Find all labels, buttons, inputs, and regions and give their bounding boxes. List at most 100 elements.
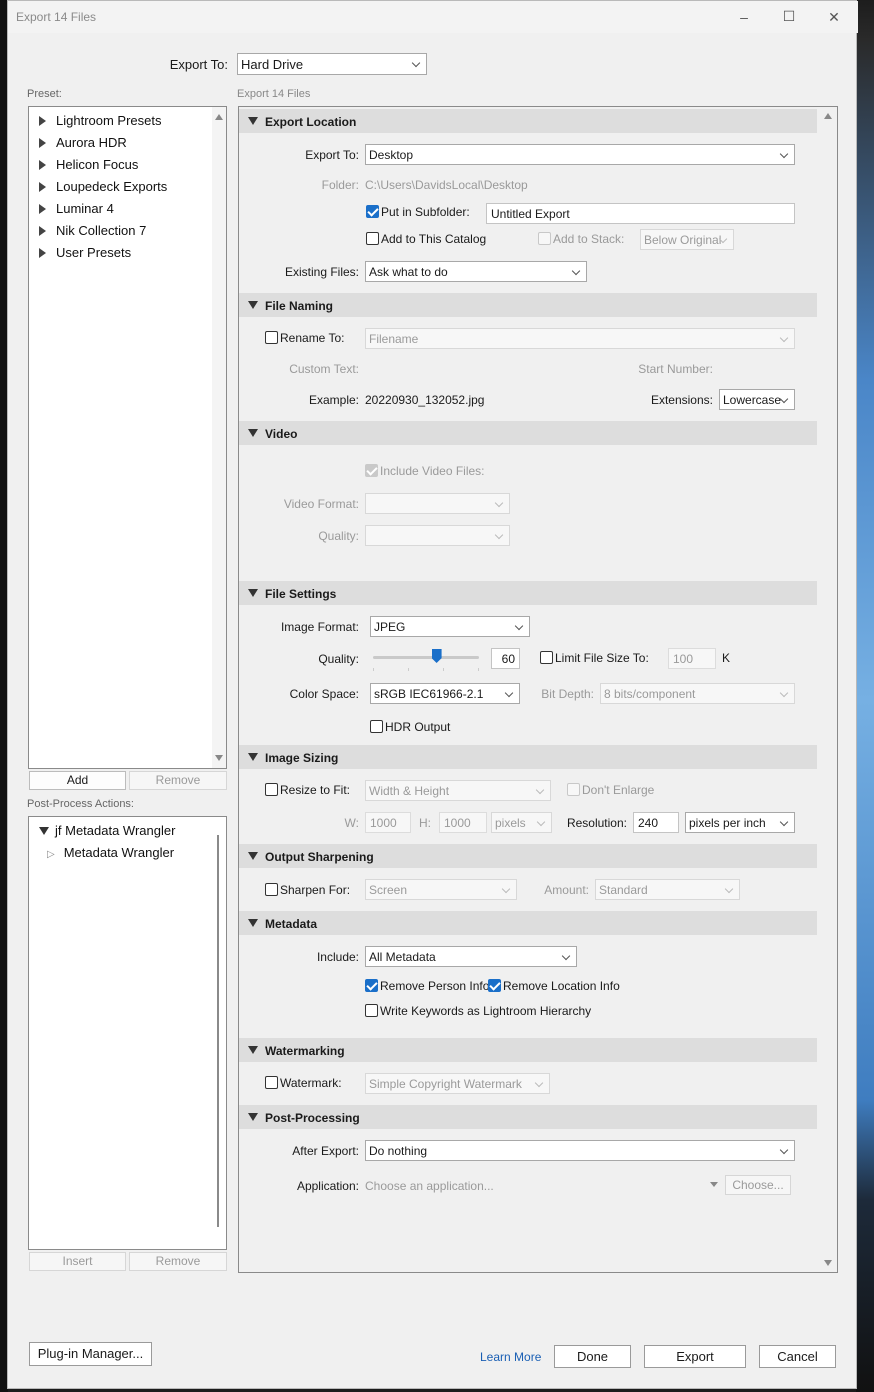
- export-location-select[interactable]: Desktop: [365, 144, 795, 165]
- section-post-processing[interactable]: Post-Processing: [239, 1105, 817, 1129]
- expand-icon[interactable]: [39, 160, 46, 170]
- collapse-icon[interactable]: [248, 1046, 258, 1054]
- collapse-icon[interactable]: [248, 753, 258, 761]
- post-process-scrollbar[interactable]: [217, 835, 219, 1227]
- section-file-naming[interactable]: File Naming: [239, 293, 817, 317]
- export-button[interactable]: Export: [644, 1345, 746, 1368]
- preset-list[interactable]: Lightroom Presets Aurora HDR Helicon Foc…: [28, 106, 227, 769]
- resolution-unit-select[interactable]: pixels per inch: [685, 812, 795, 833]
- watermark-select[interactable]: Simple Copyright Watermark: [365, 1073, 550, 1094]
- expand-icon[interactable]: [39, 182, 46, 192]
- quality-slider-thumb[interactable]: [431, 649, 442, 663]
- insert-button[interactable]: Insert: [29, 1252, 126, 1271]
- include-video-checkbox[interactable]: [365, 464, 378, 477]
- preset-item[interactable]: Nik Collection 7: [39, 223, 146, 238]
- action-remove-button[interactable]: Remove: [129, 1252, 227, 1271]
- extensions-select[interactable]: Lowercase: [719, 389, 795, 410]
- expand-icon[interactable]: [39, 226, 46, 236]
- watermark-checkbox[interactable]: [265, 1076, 278, 1089]
- subfolder-input[interactable]: Untitled Export: [486, 203, 795, 224]
- section-video[interactable]: Video: [239, 421, 817, 445]
- preset-add-button[interactable]: Add: [29, 771, 126, 790]
- amount-select[interactable]: Standard: [595, 879, 740, 900]
- expand-icon[interactable]: [39, 248, 46, 258]
- action-item[interactable]: ▷ Metadata Wrangler: [47, 845, 174, 860]
- width-input[interactable]: 1000: [365, 812, 411, 833]
- maximize-icon[interactable]: ☐: [779, 6, 799, 26]
- section-export-location[interactable]: Export Location: [239, 109, 817, 133]
- sharpen-checkbox[interactable]: [265, 883, 278, 896]
- collapse-icon[interactable]: [248, 852, 258, 860]
- collapse-icon[interactable]: [248, 919, 258, 927]
- quality-input[interactable]: 60: [491, 648, 520, 669]
- video-quality-select[interactable]: [365, 525, 510, 546]
- remove-location-checkbox[interactable]: [488, 979, 501, 992]
- scroll-down-icon[interactable]: [215, 755, 223, 761]
- resize-checkbox[interactable]: [265, 783, 278, 796]
- done-button[interactable]: Done: [554, 1345, 631, 1368]
- collapse-icon[interactable]: [248, 429, 258, 437]
- scroll-up-icon[interactable]: [824, 113, 832, 119]
- subfolder-checkbox[interactable]: [366, 205, 379, 218]
- preset-item[interactable]: Loupedeck Exports: [39, 179, 167, 194]
- section-file-settings[interactable]: File Settings: [239, 581, 817, 605]
- learn-more-link[interactable]: Learn More: [480, 1350, 541, 1364]
- limit-size-input[interactable]: 100: [668, 648, 716, 669]
- section-watermarking[interactable]: Watermarking: [239, 1038, 817, 1062]
- cancel-button[interactable]: Cancel: [759, 1345, 836, 1368]
- export-to-select[interactable]: Hard Drive: [237, 53, 427, 75]
- preset-remove-button[interactable]: Remove: [129, 771, 227, 790]
- application-placeholder[interactable]: Choose an application...: [365, 1179, 494, 1193]
- video-format-select[interactable]: [365, 493, 510, 514]
- height-input[interactable]: 1000: [439, 812, 487, 833]
- preset-item[interactable]: User Presets: [39, 245, 131, 260]
- quality-slider-track[interactable]: [373, 656, 479, 659]
- collapse-icon[interactable]: [248, 589, 258, 597]
- resize-mode-select[interactable]: Width & Height: [365, 780, 551, 801]
- post-process-list[interactable]: jf Metadata Wrangler ▷ Metadata Wrangler: [28, 816, 227, 1250]
- existing-files-select[interactable]: Ask what to do: [365, 261, 587, 282]
- bit-depth-select[interactable]: 8 bits/component: [600, 683, 795, 704]
- collapse-icon[interactable]: [39, 827, 49, 835]
- choose-app-button[interactable]: Choose...: [725, 1175, 791, 1195]
- limit-size-checkbox[interactable]: [540, 651, 553, 664]
- scroll-up-icon[interactable]: [215, 114, 223, 120]
- hdr-output-label: HDR Output: [385, 720, 451, 734]
- expand-icon[interactable]: [39, 116, 46, 126]
- preset-item[interactable]: Aurora HDR: [39, 135, 127, 150]
- after-export-select[interactable]: Do nothing: [365, 1140, 795, 1161]
- image-format-select[interactable]: JPEG: [370, 616, 530, 637]
- application-label: Application:: [296, 1179, 359, 1193]
- export-dialog: Export 14 Files – ☐ ✕ Export To: Hard Dr…: [7, 0, 858, 1389]
- metadata-include-select[interactable]: All Metadata: [365, 946, 577, 967]
- section-image-sizing[interactable]: Image Sizing: [239, 745, 817, 769]
- collapse-icon[interactable]: [248, 117, 258, 125]
- expand-icon[interactable]: [39, 138, 46, 148]
- collapse-icon[interactable]: [248, 1113, 258, 1121]
- preset-item[interactable]: Lightroom Presets: [39, 113, 162, 128]
- remove-person-checkbox[interactable]: [365, 979, 378, 992]
- hdr-output-checkbox[interactable]: [370, 720, 383, 733]
- scroll-down-icon[interactable]: [824, 1260, 832, 1266]
- expand-icon[interactable]: [39, 204, 46, 214]
- dont-enlarge-checkbox[interactable]: [567, 783, 580, 796]
- rename-template-select[interactable]: Filename: [365, 328, 795, 349]
- plugin-manager-button[interactable]: Plug-in Manager...: [29, 1342, 152, 1366]
- preset-item[interactable]: Luminar 4: [39, 201, 114, 216]
- preset-scrollbar[interactable]: [212, 107, 226, 768]
- minimize-icon[interactable]: –: [734, 7, 754, 27]
- color-space-label: Color Space:: [289, 687, 359, 701]
- application-dropdown-icon[interactable]: [710, 1182, 718, 1187]
- add-catalog-checkbox[interactable]: [366, 232, 379, 245]
- section-output-sharpening[interactable]: Output Sharpening: [239, 844, 817, 868]
- preset-item[interactable]: Helicon Focus: [39, 157, 138, 172]
- stack-position-select[interactable]: Below Original: [640, 229, 734, 250]
- section-metadata[interactable]: Metadata: [239, 911, 817, 935]
- close-icon[interactable]: ✕: [824, 7, 844, 27]
- resolution-input[interactable]: 240: [633, 812, 679, 833]
- rename-checkbox[interactable]: [265, 331, 278, 344]
- action-group[interactable]: jf Metadata Wrangler: [39, 823, 175, 838]
- collapse-icon[interactable]: [248, 301, 258, 309]
- add-stack-checkbox[interactable]: [538, 232, 551, 245]
- write-keywords-checkbox[interactable]: [365, 1004, 378, 1017]
